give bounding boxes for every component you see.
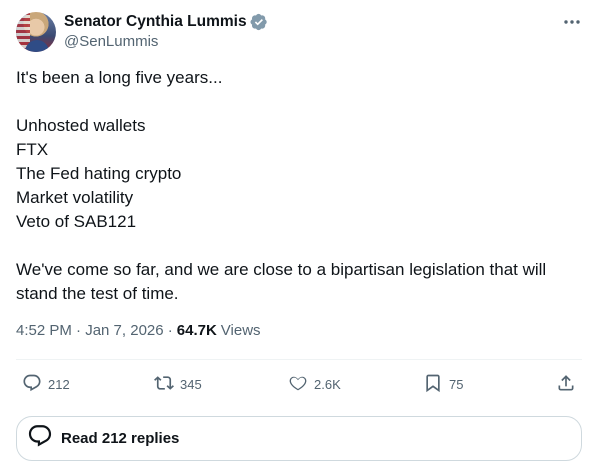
read-replies-label: Read 212 replies (61, 430, 180, 447)
tweet-line: Market volatility (16, 188, 134, 207)
views-count: 64.7K (176, 322, 217, 339)
verified-badge-icon[interactable] (250, 13, 268, 31)
reply-button[interactable]: 212 (22, 372, 70, 396)
views-label: Views (220, 322, 261, 339)
more-options-icon[interactable] (562, 12, 582, 32)
bookmark-count: 75 (449, 376, 464, 392)
tweet-meta: 4:52 PM · Jan 7, 2026 · 64.7K Views (16, 322, 261, 339)
bookmark-icon (423, 373, 443, 396)
share-icon (556, 373, 576, 396)
divider (16, 359, 582, 360)
author-name-row: Senator Cynthia Lummis (64, 12, 268, 32)
tweet-line: The Fed hating crypto (16, 164, 182, 183)
action-bar: 212 345 2.6K 75 (16, 372, 582, 396)
tweet-line: Unhosted wallets (16, 116, 146, 135)
like-count: 2.6K (314, 376, 341, 392)
tweet-line-blank (16, 90, 576, 114)
tweet-text: It's been a long five years... Unhosted … (16, 66, 576, 306)
tweet-line: We've come so far, and we are close to a… (16, 260, 547, 279)
bookmark-button[interactable]: 75 (423, 372, 463, 396)
read-replies-button[interactable]: Read 212 replies (16, 416, 582, 461)
reply-icon (22, 373, 42, 396)
repost-count: 345 (180, 376, 202, 392)
avatar[interactable] (16, 12, 56, 52)
tweet-line: Veto of SAB121 (16, 212, 137, 231)
author-display-name[interactable]: Senator Cynthia Lummis (64, 13, 247, 31)
timestamp[interactable]: 4:52 PM · Jan 7, 2026 · (16, 322, 173, 339)
heart-icon (288, 373, 308, 396)
reply-bubble-icon (27, 423, 53, 454)
tweet-line: FTX (16, 140, 49, 159)
author-handle[interactable]: @SenLummis (64, 33, 158, 50)
tweet-line: It's been a long five years... (16, 68, 223, 87)
avatar-body (25, 40, 49, 52)
share-button[interactable] (556, 372, 576, 396)
repost-icon (154, 373, 174, 396)
tweet-line-blank (16, 234, 576, 258)
like-button[interactable]: 2.6K (288, 372, 341, 396)
reply-count: 212 (48, 376, 70, 392)
repost-button[interactable]: 345 (154, 372, 202, 396)
tweet-line: stand the test of time. (16, 284, 179, 303)
